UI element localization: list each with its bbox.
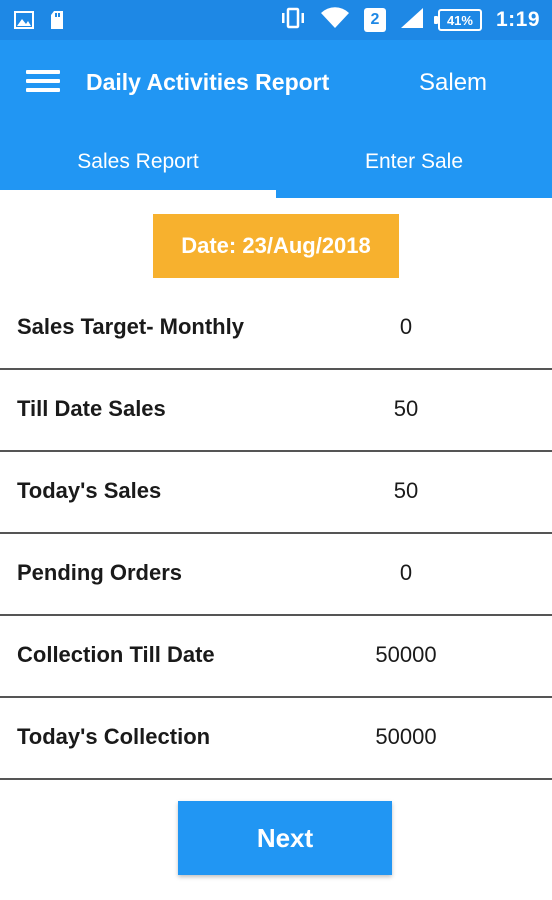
signal-icon <box>400 7 424 34</box>
table-row: Pending Orders 0 <box>0 534 552 616</box>
row-value: 50 <box>393 478 419 503</box>
next-button[interactable]: Next <box>178 801 392 875</box>
sd-card-icon <box>50 10 64 35</box>
wifi-icon <box>320 6 350 35</box>
page-title: Daily Activities Report <box>86 69 330 95</box>
tab-enter-sale[interactable]: Enter Sale <box>276 128 552 198</box>
row-value: 50000 <box>375 724 437 749</box>
row-label: Pending Orders <box>17 560 183 585</box>
row-label: Till Date Sales <box>17 396 166 421</box>
app-bar: Daily Activities Report Salem <box>0 40 552 128</box>
tab-bar: Sales Report Enter Sale <box>0 128 552 198</box>
row-value: 0 <box>399 560 413 585</box>
row-value: 0 <box>399 314 413 339</box>
location-label: Salem <box>419 69 488 96</box>
sim-slot-badge: 2 <box>363 8 386 32</box>
row-label: Collection Till Date <box>17 642 215 667</box>
vibrate-icon <box>280 7 306 34</box>
battery-icon: 41% <box>433 9 482 31</box>
table-row: Till Date Sales 50 <box>0 370 552 452</box>
image-icon <box>14 10 34 35</box>
table-row: Sales Target- Monthly 0 <box>0 288 552 370</box>
table-row: Today's Sales 50 <box>0 452 552 534</box>
clock-time: 1:19 <box>495 8 540 31</box>
row-label: Sales Target- Monthly <box>17 314 244 339</box>
row-label: Today's Sales <box>17 478 162 503</box>
date-badge: Date: 23/Aug/2018 <box>153 214 399 278</box>
table-row: Today's Collection 50000 <box>0 698 552 780</box>
hamburger-menu-icon[interactable] <box>26 70 60 96</box>
sales-summary-table: Sales Target- Monthly 0 Till Date Sales … <box>0 288 552 780</box>
table-row: Collection Till Date 50000 <box>0 616 552 698</box>
status-bar: 2 41% 1:19 <box>0 0 552 40</box>
tab-sales-report[interactable]: Sales Report <box>0 128 276 198</box>
row-value: 50000 <box>375 642 437 667</box>
status-bar-right: 2 41% 1:19 <box>280 6 540 34</box>
row-value: 50 <box>393 396 419 421</box>
row-label: Today's Collection <box>17 724 211 749</box>
status-bar-left <box>14 10 64 35</box>
